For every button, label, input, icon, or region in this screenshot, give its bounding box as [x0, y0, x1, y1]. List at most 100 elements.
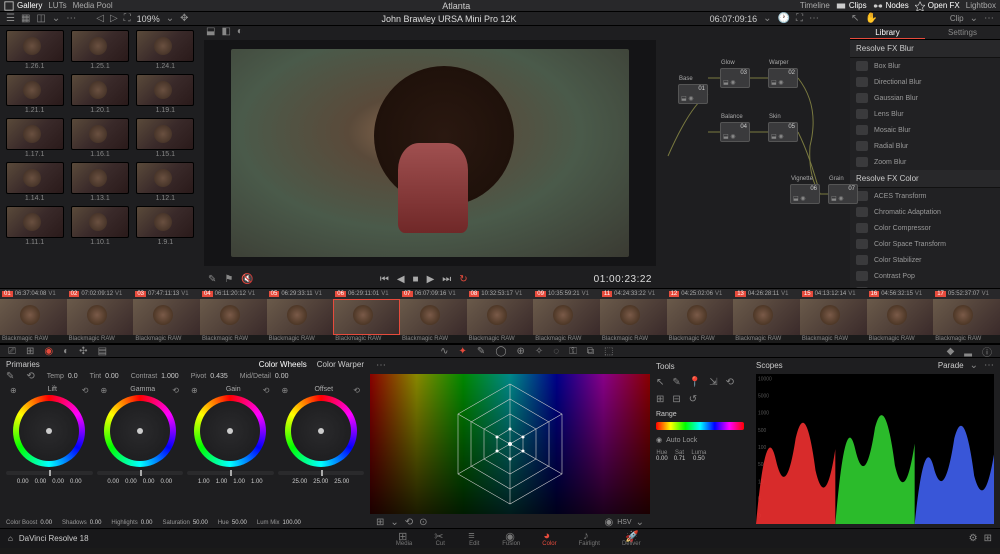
sizing-icon[interactable]: ⧉ [587, 346, 594, 357]
select-tool-icon[interactable]: ↖ [656, 377, 664, 388]
gallery-still[interactable]: 1.19.1 [135, 74, 196, 114]
gallery-still[interactable]: 1.26.1 [4, 30, 65, 70]
wheel-values[interactable]: 0.000.000.000.00 [107, 479, 172, 485]
node-graph[interactable]: Base01⬓ ◉ Glow03⬓ ◉ Warper02⬓ ◉ Balance04⬓ … [660, 26, 850, 288]
adjustment-field[interactable]: Shadows0.00 [62, 520, 101, 526]
gallery-still[interactable]: 1.12.1 [135, 162, 196, 202]
blur-icon[interactable]: ◌ [553, 346, 559, 357]
wheel-values[interactable]: 25.0025.0025.00 [292, 479, 349, 485]
node-balance[interactable]: Balance04⬓ ◉ [720, 122, 750, 142]
fx-item[interactable]: Color Space Transform [850, 236, 1000, 252]
gallery-still[interactable]: 1.14.1 [4, 162, 65, 202]
gallery-still[interactable]: 1.25.1 [69, 30, 130, 70]
auto-balance-icon[interactable]: ⟲ [26, 371, 34, 382]
timeline-clip[interactable]: 1504:13:12:14V1Blackmagic RAW [800, 289, 867, 343]
arrow-right-icon[interactable]: ▷ [110, 13, 118, 24]
project-settings-icon[interactable]: ⚙ [969, 533, 978, 544]
fx-item[interactable]: Zoom Blur [850, 154, 1000, 170]
first-frame-icon[interactable]: ⏮ [380, 274, 389, 285]
curves-icon[interactable]: ∿ [440, 346, 448, 357]
options-icon[interactable]: ⋯ [809, 13, 819, 24]
lift-wheel[interactable] [13, 395, 85, 467]
chevron-down-icon[interactable]: ⌄ [970, 13, 978, 24]
adjustment-field[interactable]: Highlights0.00 [111, 520, 152, 526]
info-icon[interactable]: ⓘ [982, 344, 992, 359]
gallery-still[interactable]: 1.10.1 [69, 206, 130, 246]
timeline-clip[interactable]: 1604:56:32:15V1Blackmagic RAW [867, 289, 934, 343]
lightbox-toggle[interactable]: Lightbox [966, 1, 996, 10]
lift-master-slider[interactable] [6, 471, 93, 475]
node-base[interactable]: Base01⬓ ◉ [678, 84, 708, 104]
bypass-icon[interactable]: ⬓ [206, 26, 215, 37]
sort-icon[interactable]: ⋯ [66, 13, 76, 24]
timeline-clip[interactable]: 0307:47:11:13V1Blackmagic RAW [133, 289, 200, 343]
timeline-clip[interactable]: 0810:32:53:17V1Blackmagic RAW [467, 289, 534, 343]
thumbnail-timeline[interactable]: 0106:37:04:08V1Blackmagic RAW0207:02:09:… [0, 288, 1000, 344]
wheel-values[interactable]: 1.001.001.001.00 [198, 479, 263, 485]
marker-icon[interactable]: ✎ [208, 274, 216, 285]
color-warper-canvas[interactable] [370, 374, 650, 514]
node-grain[interactable]: Grain07⬓ ◉ [828, 184, 858, 204]
openfx-toggle[interactable]: Open FX [915, 1, 960, 11]
pull-tool-icon[interactable]: ⇲ [709, 377, 717, 388]
timeline-toggle[interactable]: Timeline [800, 1, 830, 10]
eyedropper-icon[interactable]: ✎ [6, 371, 14, 382]
viewer-timecode[interactable]: 06:07:09:16 [710, 14, 758, 24]
node-glow[interactable]: Glow03⬓ ◉ [720, 68, 750, 88]
increase-tool-icon[interactable]: ⊟ [672, 394, 680, 405]
hue-range-slider[interactable] [656, 422, 744, 430]
gallery-still[interactable]: 1.20.1 [69, 74, 130, 114]
flag-icon[interactable]: ⚑ [224, 274, 233, 285]
gallery-still[interactable]: 1.11.1 [4, 206, 65, 246]
scopes-mode[interactable]: Parade [938, 361, 964, 370]
timeline-clip[interactable]: 0406:11:20:12V1Blackmagic RAW [200, 289, 267, 343]
options-icon[interactable]: ⋯ [984, 13, 994, 24]
fx-group-header[interactable]: Resolve FX Blur [850, 40, 1000, 58]
node-warper[interactable]: Warper02⬓ ◉ [768, 68, 798, 88]
stop-icon[interactable]: ■ [413, 274, 419, 285]
picker-icon[interactable]: ⊕ [191, 386, 198, 395]
fx-item[interactable]: ACES Transform [850, 188, 1000, 204]
magic-mask-icon[interactable]: ✧ [535, 346, 543, 357]
pin-tool-icon[interactable]: 📍 [689, 377, 701, 388]
gallery-still[interactable]: 1.24.1 [135, 30, 196, 70]
page-deliver[interactable]: 🚀Deliver [622, 530, 641, 547]
timeline-clip[interactable]: 0506:29:33:11V1Blackmagic RAW [267, 289, 334, 343]
hand-icon[interactable]: ✋ [865, 13, 877, 24]
gallery-still[interactable]: 1.13.1 [69, 162, 130, 202]
warper-icon[interactable]: ✦ [459, 346, 467, 357]
picker-icon[interactable]: ⊕ [101, 386, 108, 395]
timeline-clip[interactable]: 1104:24:33:22V1Blackmagic RAW [600, 289, 667, 343]
zoom-fit-icon[interactable]: ⛶ [124, 13, 131, 24]
tab-color-warper[interactable]: Color Warper [317, 360, 364, 369]
view-list-icon[interactable]: ☰ [6, 13, 15, 24]
zoom-percent[interactable]: 109% [137, 14, 160, 24]
chevron-down-icon[interactable]: ⌄ [390, 517, 398, 528]
media-pool-toggle[interactable]: Media Pool [73, 1, 113, 10]
grid-icon[interactable]: ⊞ [376, 517, 384, 528]
picker-icon[interactable]: ⊕ [10, 386, 17, 395]
project-manager-icon[interactable]: ⊞ [984, 533, 992, 544]
camera-raw-icon[interactable]: ⎚ [8, 346, 16, 357]
key-icon[interactable]: ⚿ [569, 346, 577, 357]
hsv-field[interactable]: Luma0.50 [691, 450, 706, 462]
fx-group-header[interactable]: Resolve FX Color [850, 170, 1000, 188]
hsv-field[interactable]: Hue0.00 [656, 450, 668, 462]
options-icon[interactable]: ⋯ [984, 360, 994, 371]
timeline-clip[interactable]: 0606:29:11:01V1Blackmagic RAW [333, 289, 400, 343]
3d-icon[interactable]: ⬚ [604, 346, 613, 357]
loop-icon[interactable]: ↻ [459, 274, 467, 285]
prev-frame-icon[interactable]: ◀ [397, 274, 405, 285]
clip-mode-label[interactable]: Clip [950, 14, 964, 23]
offset-master-slider[interactable] [278, 471, 365, 475]
gallery-still[interactable]: 1.21.1 [4, 74, 65, 114]
arrow-left-icon[interactable]: ◁ [96, 13, 104, 24]
motion-icon[interactable]: ▤ [98, 346, 107, 357]
next-frame-icon[interactable]: ⏭ [442, 274, 451, 285]
wheel-values[interactable]: 0.000.000.000.00 [17, 479, 82, 485]
node-skin[interactable]: Skin05⬓ ◉ [768, 122, 798, 142]
adjustment-field[interactable]: Lum Mix100.00 [257, 520, 301, 526]
gamma-master-slider[interactable] [97, 471, 184, 475]
chevron-down-icon[interactable]: ⌄ [970, 360, 978, 371]
page-edit[interactable]: ≡Edit [468, 530, 480, 547]
